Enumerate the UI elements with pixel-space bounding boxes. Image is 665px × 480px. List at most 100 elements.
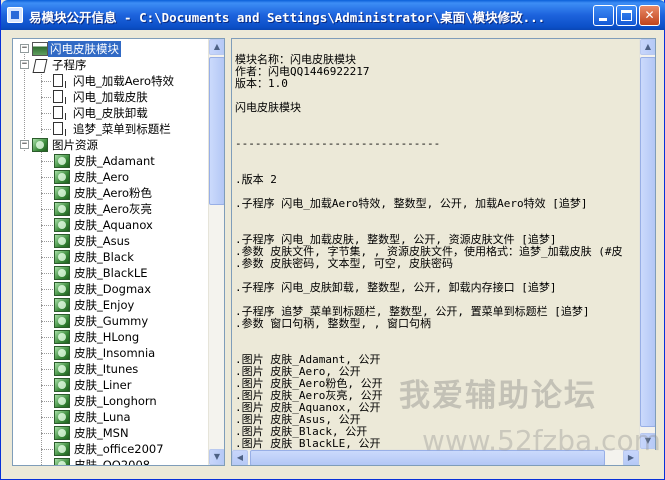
tree-item-label: 追梦_菜单到标题栏 [73,122,171,136]
tree-item-image[interactable]: 皮肤_Enjoy [13,297,209,313]
app-icon [7,7,23,23]
scroll-down-button[interactable]: ▼ [209,449,224,465]
image-icon [54,202,70,216]
info-line [235,210,639,222]
tree-item-image[interactable]: 皮肤_Aquanox [13,217,209,233]
tree-item-image[interactable]: 皮肤_Longhorn [13,393,209,409]
info-line: ------------------------------- [235,137,441,150]
minimize-icon [599,18,607,21]
tree-item-image[interactable]: 皮肤_Insomnia [13,345,209,361]
tree-item-image[interactable]: 皮肤_Liner [13,377,209,393]
collapse-icon[interactable]: − [20,60,29,69]
tree-item-image[interactable]: 皮肤_QQ2008 [13,457,209,465]
collapse-icon[interactable]: − [20,140,29,149]
tree-item-image[interactable]: 皮肤_Asus [13,233,209,249]
tree-item-label: 闪电_皮肤卸载 [73,106,148,120]
tree-item-label: 皮肤_HLong [74,330,140,344]
main-window: 易模块公开信息 - C:\Documents and Settings\Admi… [0,0,665,480]
tree-item-image-folder[interactable]: − 图片资源 [17,137,207,153]
watermark-text: 我爱辅助论坛 [399,378,597,414]
maximize-button[interactable] [616,5,637,26]
image-icon [54,250,70,264]
tree-item-label: 闪电_加载皮肤 [73,90,148,104]
image-icon [54,154,70,168]
tree-item-subprog[interactable]: 闪电_加载Aero特效 [13,73,209,89]
tree-item-image[interactable]: 皮肤_HLong [13,329,209,345]
info-line: .子程序 闪电_皮肤卸载, 整数型, 公开, 卸载内存接口 [追梦] [235,281,557,294]
tree-item-image[interactable]: 皮肤_office2007 [13,441,209,457]
image-icon [54,170,70,184]
info-line [235,150,639,162]
tree-item-label: 皮肤_Aquanox [74,218,153,232]
close-icon: ✕ [644,8,655,22]
watermark-url: www.52fzba.com [422,424,661,457]
tree-item-image[interactable]: 皮肤_MSN [13,425,209,441]
tree-item-image[interactable]: 皮肤_Gummy [13,313,209,329]
tree-item-image[interactable]: 皮肤_Aero [13,169,209,185]
tree-item-label: 皮肤_office2007 [74,442,164,456]
tree-item-label: 皮肤_Longhorn [74,394,157,408]
subroutine-icon [53,74,66,88]
subprogram-folder-icon [32,58,48,72]
tree-item-label: 闪电皮肤模块 [48,41,121,57]
tree-item-label: 皮肤_Black [74,250,134,264]
scroll-up-button[interactable]: ▲ [640,39,655,55]
info-line: 作者：闪电QQ1446922217 [235,65,370,78]
tree-item-label: 皮肤_MSN [74,426,129,440]
tree-item-label: 皮肤_BlackLE [74,266,148,280]
tree-item-subprog[interactable]: 闪电_皮肤卸载 [13,105,209,121]
title-bar[interactable]: 易模块公开信息 - C:\Documents and Settings\Admi… [1,0,665,30]
subroutine-icon [53,106,66,120]
image-icon [54,346,70,360]
image-folder-icon [32,138,48,152]
tree-item-label: 皮肤_Luna [74,410,131,424]
image-icon [54,410,70,424]
tree-item-label: 皮肤_QQ2008 [74,458,151,465]
tree-item-image[interactable]: 皮肤_Black [13,249,209,265]
scroll-left-button[interactable]: ◀ [232,450,248,465]
tree-item-subprog[interactable]: 闪电_加载皮肤 [13,89,209,105]
tree-item-image[interactable]: 皮肤_Dogmax [13,281,209,297]
info-line: .参数 皮肤密码, 文本型, 可空, 皮肤密码 [235,257,453,270]
tree-item-subprog-folder[interactable]: − 子程序 [17,57,207,73]
tree-vertical-scrollbar[interactable]: ▲ ▼ [208,39,224,465]
info-line [235,162,639,174]
tree-item-label: 皮肤_Aero粉色 [74,186,153,200]
collapse-icon[interactable]: − [20,44,29,53]
tree-item-image[interactable]: 皮肤_Itunes [13,361,209,377]
close-button[interactable]: ✕ [639,5,660,26]
scroll-up-button[interactable]: ▲ [209,39,224,55]
tree-item-subprog[interactable]: 追梦_菜单到标题栏 [13,121,209,137]
tree-item-label: 闪电_加载Aero特效 [73,74,175,88]
tree-item-image[interactable]: 皮肤_Luna [13,409,209,425]
window-title: 易模块公开信息 - C:\Documents and Settings\Admi… [29,10,546,25]
tree-item-label: 子程序 [52,58,87,72]
tree-item-image[interactable]: 皮肤_BlackLE [13,265,209,281]
info-line: 版本：1.0 [235,77,288,90]
tree-item-image[interactable]: 皮肤_Aero灰亮 [13,201,209,217]
subroutine-icon [53,122,66,136]
scroll-thumb[interactable] [209,57,224,205]
image-icon [54,442,70,456]
info-line: .子程序 闪电_加载Aero特效, 整数型, 公开, 加载Aero特效 [追梦] [235,197,588,210]
image-icon [54,234,70,248]
image-icon [54,298,70,312]
tree-item-image[interactable]: 皮肤_Aero粉色 [13,185,209,201]
info-vertical-scrollbar[interactable]: ▲ ▼ [639,39,655,449]
module-tree[interactable]: − 闪电皮肤模块 − 子程序 闪电_加载Aero特效 闪电_加载皮肤 闪电_皮肤… [13,39,209,465]
scroll-thumb[interactable] [640,57,655,427]
image-icon [54,266,70,280]
image-icon [54,218,70,232]
tree-item-label: 皮肤_Dogmax [74,282,151,296]
image-icon [54,458,70,465]
info-line [235,114,639,126]
image-icon [54,426,70,440]
image-icon [54,362,70,376]
tree-item-image[interactable]: 皮肤_Adamant [13,153,209,169]
image-icon [54,378,70,392]
image-icon [54,314,70,328]
tree-item-label: 图片资源 [52,138,98,152]
minimize-button[interactable] [593,5,614,26]
info-line: .版本 2 [235,173,277,186]
tree-item-label: 皮肤_Itunes [74,362,139,376]
